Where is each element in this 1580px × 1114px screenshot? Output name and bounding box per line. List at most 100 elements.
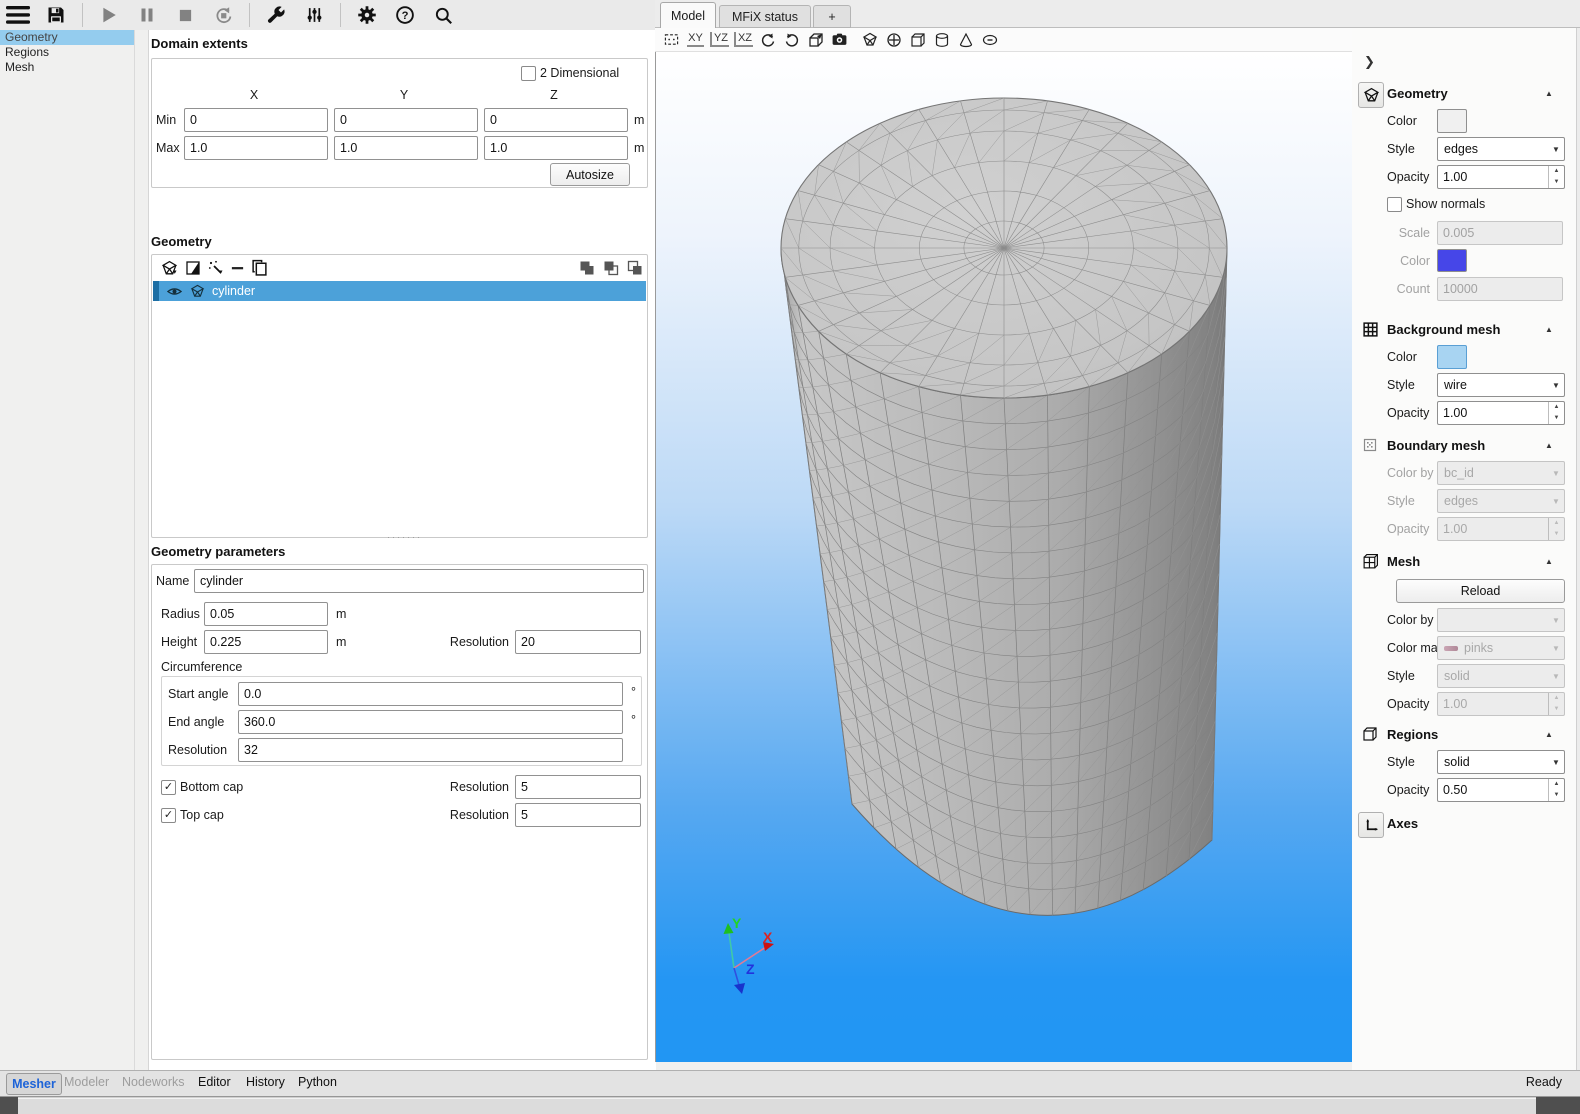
two-dimensional-checkbox[interactable] [521,66,536,81]
sidebar-item-geometry[interactable]: Geometry [0,30,134,45]
view-yz-icon[interactable]: YZ [710,31,729,49]
axes-section-title[interactable]: Axes [1387,816,1418,831]
boolean-intersect-icon[interactable] [603,260,619,279]
mode-modeler-button[interactable]: Modeler [64,1075,109,1089]
background-mesh-style-select[interactable]: wire▼ [1437,373,1565,397]
regions-opacity-spinner[interactable]: ▲▼ [1437,778,1565,802]
background-mesh-color-swatch[interactable] [1437,345,1467,369]
add-box-icon[interactable] [908,31,927,49]
tab-model[interactable]: Model [660,2,716,28]
collapse-panel-chevron[interactable]: ❯ [1364,54,1375,70]
rotate-left-icon[interactable] [758,31,777,49]
background-mesh-collapse-arrow[interactable]: ▲ [1545,325,1553,334]
regions-section-icon[interactable] [1360,724,1380,744]
name-input[interactable] [194,569,644,593]
normals-scale-input[interactable] [1437,221,1563,245]
geometry-section-title[interactable]: Geometry [1387,86,1448,101]
perspective-icon[interactable] [806,31,825,49]
copy-geometry-icon[interactable] [251,259,268,279]
boundary-mesh-color-by-select[interactable]: bc_id▼ [1437,461,1565,485]
show-normals-checkbox[interactable] [1387,197,1402,212]
normals-color-swatch[interactable] [1437,249,1467,272]
axes-section-icon[interactable] [1358,812,1384,838]
mesh-color-by-select[interactable]: ▼ [1437,608,1565,632]
start-angle-input[interactable] [238,682,623,706]
boundary-mesh-opacity-spinner[interactable]: ▲▼ [1437,517,1565,541]
stop-icon[interactable] [171,2,199,28]
top-cap-resolution-input[interactable] [515,803,641,827]
mesh-section-title[interactable]: Mesh [1387,554,1420,569]
wand-icon[interactable]: ▾ [208,260,224,279]
flip-normals-icon[interactable] [185,260,201,279]
height-resolution-input[interactable] [515,630,641,654]
regions-section-title[interactable]: Regions [1387,727,1438,742]
geometry-section-icon[interactable] [1358,82,1384,108]
mesh-style-select[interactable]: solid▼ [1437,664,1565,688]
geometry-color-swatch[interactable] [1437,109,1467,133]
run-icon[interactable] [95,2,123,28]
geometry-collapse-arrow[interactable]: ▲ [1545,89,1553,98]
add-cone-icon[interactable] [956,31,975,49]
tab-mfix-status[interactable]: MFiX status [719,5,811,28]
geometry-add-icon[interactable]: ▾ [161,260,178,280]
mode-editor-button[interactable]: Editor [198,1075,231,1089]
bottom-cap-checkbox[interactable] [161,780,176,795]
boundary-mesh-collapse-arrow[interactable]: ▲ [1545,441,1553,450]
zmin-input[interactable] [484,108,628,132]
visibility-eye-icon[interactable] [167,284,182,299]
help-icon[interactable] [391,2,419,28]
sidebar-item-regions[interactable]: Regions [0,45,134,60]
toggle-geometry-icon[interactable] [860,31,879,49]
geometry-style-select[interactable]: edges▼ [1437,137,1565,161]
zmax-input[interactable] [484,136,628,160]
regions-collapse-arrow[interactable]: ▲ [1545,730,1553,739]
panel-scrollbar[interactable] [1576,28,1580,1070]
sidebar-item-mesh[interactable]: Mesh [0,60,134,75]
height-input[interactable] [204,630,328,654]
parameters-sliders-icon[interactable] [300,2,328,28]
mode-mesher-button[interactable]: Mesher [6,1073,62,1095]
end-angle-input[interactable] [238,710,623,734]
mode-python-button[interactable]: Python [298,1075,337,1089]
reset-view-icon[interactable] [662,31,681,49]
remove-geometry-icon[interactable] [230,260,245,279]
normals-count-input[interactable] [1437,277,1563,301]
background-mesh-section-icon[interactable] [1360,319,1380,339]
circumference-resolution-input[interactable] [238,738,623,762]
boundary-mesh-section-icon[interactable] [1360,435,1380,455]
boundary-mesh-style-select[interactable]: edges▼ [1437,489,1565,513]
regions-style-select[interactable]: solid▼ [1437,750,1565,774]
tab-add[interactable]: + [813,5,851,28]
mesh-color-map-select[interactable]: pinks▼ [1437,636,1565,660]
rotate-right-icon[interactable] [782,31,801,49]
render-viewport[interactable]: YXZ [655,52,1352,1062]
search-icon[interactable] [429,2,457,28]
view-xy-icon[interactable]: XY [686,31,705,49]
view-xz-icon[interactable]: XZ [734,31,753,49]
xmax-input[interactable] [184,136,328,160]
menu-icon[interactable] [4,2,32,28]
mesh-reload-button[interactable]: Reload [1396,579,1565,603]
boolean-union-icon[interactable] [579,260,595,279]
radius-input[interactable] [204,602,328,626]
mesh-section-icon[interactable] [1360,551,1380,571]
xmin-input[interactable] [184,108,328,132]
geometry-opacity-spinner[interactable]: ▲▼ [1437,165,1565,189]
background-mesh-opacity-spinner[interactable]: ▲▼ [1437,401,1565,425]
ymin-input[interactable] [334,108,478,132]
ymax-input[interactable] [334,136,478,160]
gear-icon[interactable] [353,2,381,28]
bottom-cap-resolution-input[interactable] [515,775,641,799]
save-icon[interactable] [42,2,70,28]
mode-nodeworks-button[interactable]: Nodeworks [122,1075,185,1089]
geometry-list-row-cylinder[interactable]: cylinder [153,281,646,301]
add-cylinder-icon[interactable] [932,31,951,49]
splitter-handle[interactable]: ······· [387,532,422,542]
reset-icon[interactable] [209,2,237,28]
mesh-collapse-arrow[interactable]: ▲ [1545,557,1553,566]
screenshot-camera-icon[interactable] [830,31,849,49]
boolean-difference-icon[interactable] [627,260,643,279]
boundary-mesh-section-title[interactable]: Boundary mesh [1387,438,1485,453]
pause-icon[interactable] [133,2,161,28]
settings-wrench-icon[interactable] [262,2,290,28]
